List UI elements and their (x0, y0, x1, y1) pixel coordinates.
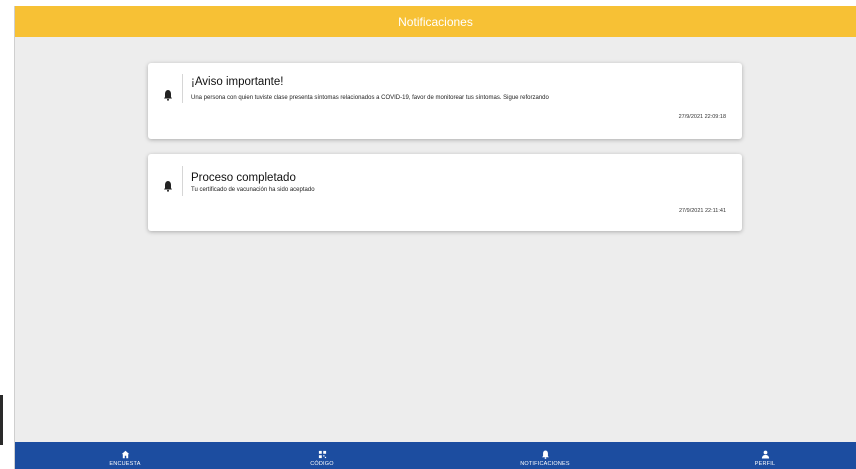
notification-timestamp: 27/9/2021 22:09:18 (678, 114, 726, 120)
nav-label: NOTIFICACIONES (520, 461, 570, 467)
home-icon (121, 450, 129, 459)
notification-timestamp: 27/9/2021 22:11:41 (679, 208, 726, 214)
page-title: Notificaciones (398, 14, 473, 29)
nav-item-perfil[interactable]: PERFIL (720, 442, 810, 469)
person-icon (761, 450, 769, 459)
bell-icon (164, 181, 172, 192)
notification-card[interactable]: Proceso completado Tu certificado de vac… (148, 154, 742, 231)
nav-label: PERFIL (754, 461, 776, 467)
notification-title: Proceso completado (191, 172, 296, 184)
qr-code-icon (318, 450, 326, 459)
nav-item-encuesta[interactable]: ENCUESTA (80, 442, 170, 469)
bell-icon (541, 450, 549, 459)
notification-message: Una persona con quien tuviste clase pres… (191, 95, 549, 101)
notification-title: ¡Aviso importante! (191, 76, 284, 88)
notification-message: Tu certificado de vacunación ha sido ace… (191, 187, 315, 193)
nav-item-codigo[interactable]: CÓDIGO (277, 442, 367, 469)
window-edge (0, 395, 3, 445)
card-divider (182, 166, 183, 196)
card-divider (182, 74, 183, 103)
notification-card[interactable]: ¡Aviso importante! Una persona con quien… (148, 63, 742, 139)
bell-icon (164, 90, 172, 101)
nav-label: CÓDIGO (310, 461, 334, 467)
nav-label: ENCUESTA (109, 461, 141, 467)
app-screen: Notificaciones ¡Aviso importante! Una pe… (14, 6, 856, 469)
bottom-navigation: ENCUESTA CÓDIGO NOTIFICACIONES PERFIL (15, 442, 856, 469)
top-bar: Notificaciones (15, 6, 856, 37)
nav-item-notificaciones[interactable]: NOTIFICACIONES (500, 442, 590, 469)
